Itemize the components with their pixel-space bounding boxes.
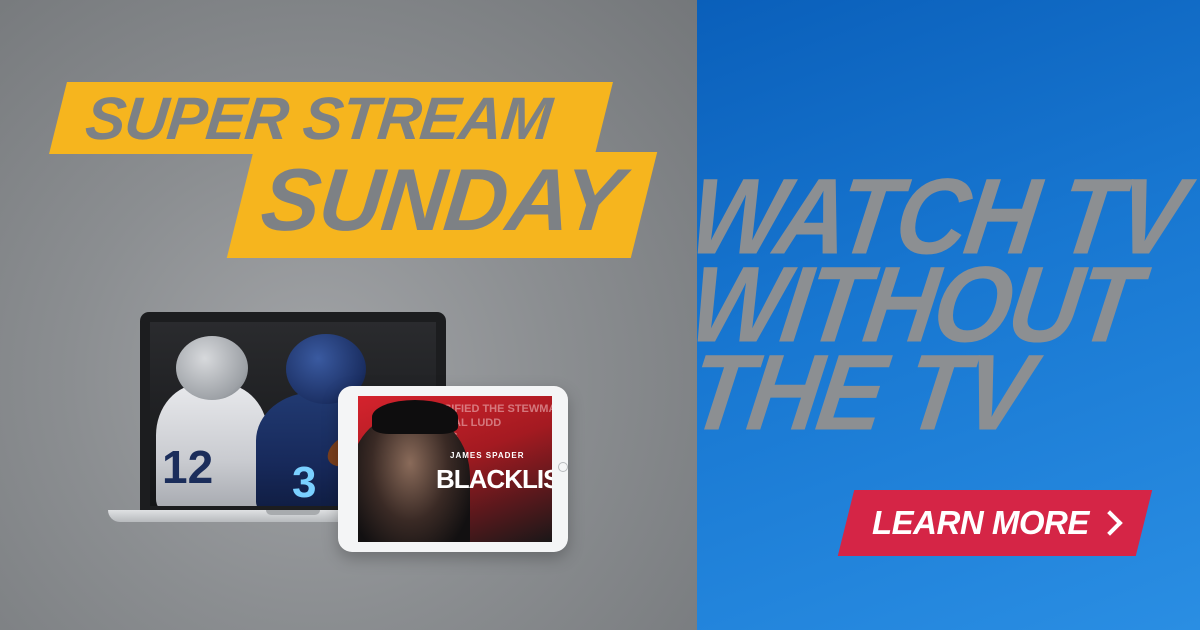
helmet-left [176, 336, 248, 400]
laptop-notch [266, 510, 320, 515]
promo-banner: SUPER STREAM SUNDAY WATCH TV WITHOUT THE… [0, 0, 1200, 630]
learn-more-label: LEARN MORE [871, 504, 1089, 541]
title-line-1: SUPER STREAM [82, 85, 555, 152]
title-line-2: SUNDAY [256, 150, 627, 249]
jersey-number-right: 3 [292, 458, 317, 506]
player-left: 12 [156, 384, 268, 506]
tablet-screen: CLASSIFIED THE STEWMA GENERAL LUDD WUJIN… [358, 396, 552, 542]
hat-icon [372, 400, 458, 434]
show-title: BLACKLIST [436, 464, 552, 494]
tablet-home-button [558, 462, 568, 472]
headline-line-3: THE TV [682, 332, 1038, 454]
chevron-right-icon [1096, 510, 1123, 536]
learn-more-content: LEARN MORE [871, 504, 1123, 542]
show-actor: JAMES SPADER [450, 451, 525, 460]
jersey-number-left: 12 [162, 441, 214, 493]
learn-more-button[interactable]: LEARN MORE [837, 490, 1153, 556]
tablet: CLASSIFIED THE STEWMA GENERAL LUDD WUJIN… [338, 386, 568, 552]
